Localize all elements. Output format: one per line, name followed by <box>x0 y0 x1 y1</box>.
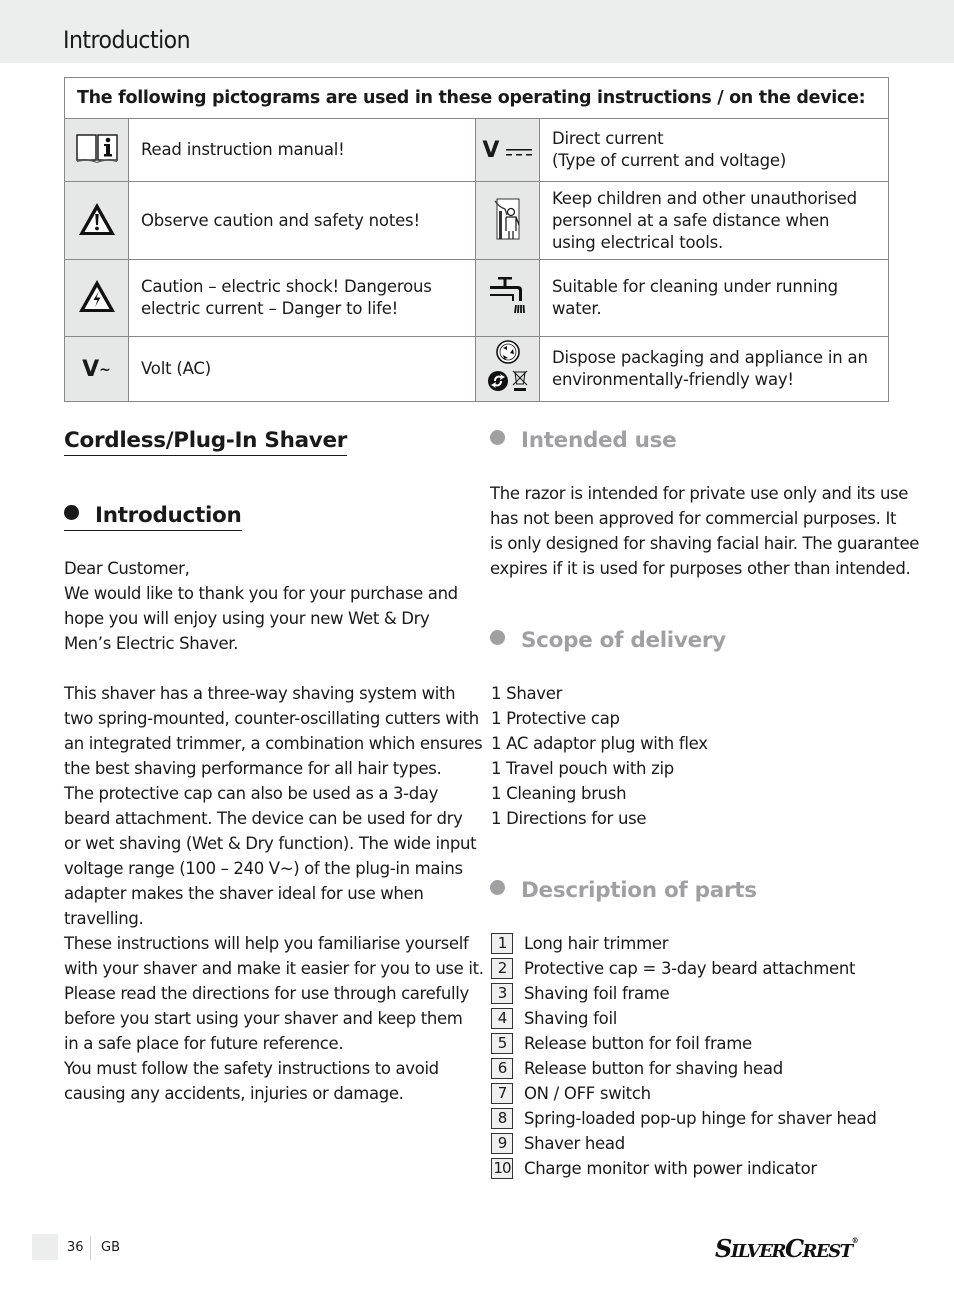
pictogram-description: Volt (AC) <box>128 336 476 402</box>
part-number-badge: 2 <box>491 958 513 979</box>
pictogram-description: Caution – electric shock! Dangerous elec… <box>128 259 476 337</box>
electric-shock-icon <box>64 259 129 337</box>
pictogram-table-heading: The following pictograms are used in the… <box>64 77 889 119</box>
section-heading-scope-of-delivery: Scope of delivery <box>490 628 726 653</box>
list-item: 10 Charge monitor with power indicator <box>491 1156 877 1181</box>
part-number-badge: 10 <box>491 1158 513 1179</box>
pictogram-description: Observe caution and safety notes! <box>128 181 476 260</box>
list-item: 1 Shaver <box>491 684 563 703</box>
pictogram-description: Dispose packaging and appliance in an en… <box>539 336 889 402</box>
book-info-icon <box>64 118 129 182</box>
list-item: 5 Release button for foil frame <box>491 1031 877 1056</box>
part-number-badge: 6 <box>491 1058 513 1079</box>
running-water-tap-icon <box>475 259 540 337</box>
part-number-badge: 3 <box>491 983 513 1004</box>
introduction-paragraph-1: Dear Customer, We would like to thank yo… <box>64 559 458 653</box>
part-number-badge: 7 <box>491 1083 513 1104</box>
intended-use-paragraph: The razor is intended for private use on… <box>490 484 920 578</box>
bullet-dot-icon <box>490 880 505 895</box>
section-heading-intended-use: Intended use <box>490 428 677 453</box>
bullet-dot-icon <box>490 630 505 645</box>
volt-ac-icon: V~ <box>64 336 129 402</box>
pictogram-description: Direct current (Type of current and volt… <box>539 118 889 182</box>
list-item: 9 Shaver head <box>491 1131 877 1156</box>
pictogram-table: The following pictograms are used in the… <box>64 77 889 402</box>
page-number: 36 <box>67 1240 84 1255</box>
list-item: 6 Release button for shaving head <box>491 1056 877 1081</box>
list-item: 1 Directions for use <box>491 809 647 828</box>
brand-logo: SILVERCREST® <box>715 1234 859 1263</box>
table-row: V~ Volt (AC) Dispose packaging and appli… <box>64 336 889 402</box>
list-item: 1 Travel pouch with zip <box>491 759 674 778</box>
bullet-dot-icon <box>64 505 79 520</box>
recycling-disposal-icon <box>475 336 540 402</box>
table-row: Read instruction manual! V Direct curren… <box>64 118 889 182</box>
keep-children-away-icon <box>475 181 540 260</box>
table-row: Observe caution and safety notes! Keep c… <box>64 181 889 260</box>
part-number-badge: 8 <box>491 1108 513 1129</box>
direct-current-icon: V <box>475 118 540 182</box>
part-number-badge: 4 <box>491 1008 513 1029</box>
table-row: Caution – electric shock! Dangerous elec… <box>64 259 889 337</box>
parts-list: 1 Long hair trimmer 2 Protective cap = 3-d… <box>491 931 877 1181</box>
scope-of-delivery-list: 1 Shaver 1 Protective cap 1 AC adaptor p… <box>491 681 708 831</box>
list-item: 2 Protective cap = 3-day beard attachment <box>491 956 877 981</box>
warning-triangle-icon <box>64 181 129 260</box>
footer-tab <box>32 1234 58 1260</box>
product-title: Cordless/Plug-In Shaver <box>64 428 347 456</box>
section-heading-introduction: Introduction <box>64 503 242 531</box>
list-item: 1 Long hair trimmer <box>491 931 877 956</box>
list-item: 7 ON / OFF switch <box>491 1081 877 1106</box>
bullet-dot-icon <box>490 430 505 445</box>
part-number-badge: 9 <box>491 1133 513 1154</box>
list-item: 8 Spring-loaded pop-up hinge for shaver h… <box>491 1106 877 1131</box>
section-heading-description-of-parts: Description of parts <box>490 878 757 903</box>
list-item: 1 AC adaptor plug with flex <box>491 734 708 753</box>
list-item: 1 Protective cap <box>491 709 620 728</box>
page-section-title: Introduction <box>63 26 191 54</box>
pictogram-description: Keep children and other unauthorised per… <box>539 181 889 260</box>
introduction-paragraph-2: This shaver has a three-way shaving syst… <box>64 684 484 1103</box>
list-item: 3 Shaving foil frame <box>491 981 877 1006</box>
list-item: 4 Shaving foil <box>491 1006 877 1031</box>
footer-divider <box>90 1236 91 1260</box>
pictogram-description: Read instruction manual! <box>128 118 476 182</box>
pictogram-description: Suitable for cleaning under running wate… <box>539 259 889 337</box>
list-item: 1 Cleaning brush <box>491 784 627 803</box>
part-number-badge: 1 <box>491 933 513 954</box>
language-code: GB <box>101 1240 120 1255</box>
part-number-badge: 5 <box>491 1033 513 1054</box>
